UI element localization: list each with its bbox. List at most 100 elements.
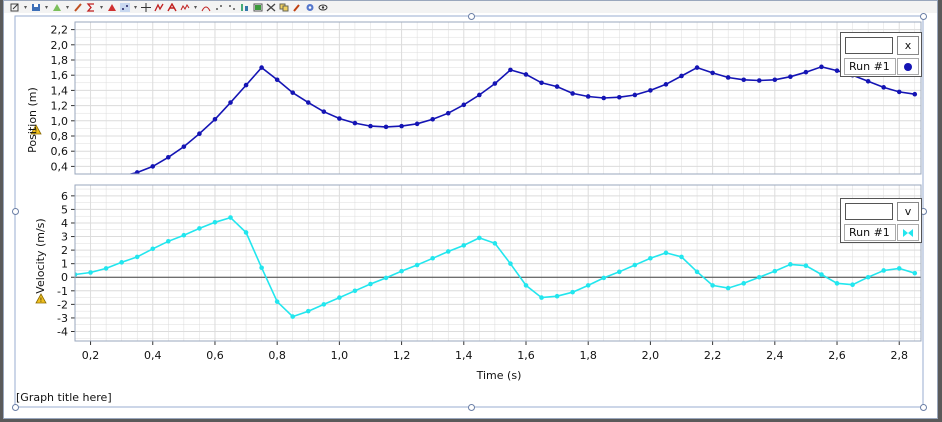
resize-handle-top[interactable]: [468, 13, 475, 20]
velocity-axis-label: Velocity (m/s): [34, 218, 47, 293]
data-point: [617, 269, 622, 275]
position-legend: x Run #1: [840, 32, 922, 77]
x-tick-label: 2,6: [828, 349, 846, 362]
data-point: [274, 77, 280, 83]
data-point: [430, 116, 435, 122]
x-tick-label: 2,0: [642, 349, 660, 362]
data-point: [305, 100, 311, 105]
data-point: [259, 265, 264, 271]
data-point: [477, 235, 482, 241]
data-point: [756, 78, 762, 83]
position-y-ticks: 2,2 2,0 1,8 1,6 1,4 1,2 1,0 0,8 0,6 0,4: [51, 24, 75, 173]
data-point: [337, 116, 342, 121]
y-tick-label: 1,0: [51, 115, 69, 128]
data-point: [912, 91, 918, 97]
data-point: [881, 85, 886, 90]
y-tick-label: 0,6: [51, 145, 69, 158]
data-point: [414, 262, 420, 268]
x-tick-label: 0,4: [144, 349, 162, 362]
resize-handle-bottom-left[interactable]: [12, 404, 19, 411]
data-point: [134, 254, 140, 260]
data-point: [617, 94, 622, 100]
data-point: [741, 77, 747, 83]
data-point: [352, 288, 358, 294]
bowtie-marker-icon: [903, 228, 913, 237]
x-tick-label: 1,8: [579, 349, 597, 362]
data-point: [197, 226, 202, 231]
data-point: [414, 121, 420, 127]
y-tick-label: 3: [61, 231, 68, 244]
data-point: [570, 91, 575, 96]
data-point: [321, 302, 327, 307]
data-point: [632, 92, 638, 98]
velocity-legend-run-label[interactable]: Run #1: [844, 224, 896, 241]
velocity-legend-variable-button[interactable]: v: [897, 202, 919, 221]
data-point: [601, 95, 607, 101]
data-point: [710, 283, 715, 288]
y-tick-label: -3: [57, 312, 68, 325]
data-point: [228, 215, 233, 220]
data-point: [834, 68, 840, 73]
data-point: [150, 246, 156, 252]
resize-handle-left[interactable]: [12, 208, 19, 215]
data-point: [834, 281, 840, 286]
data-point: [461, 243, 467, 248]
position-legend-run-label[interactable]: Run #1: [844, 58, 896, 75]
data-point: [166, 154, 171, 160]
y-tick-label: 2,2: [51, 24, 69, 37]
data-point: [896, 89, 902, 95]
data-point: [492, 81, 498, 86]
data-point: [119, 260, 124, 265]
data-point: [181, 144, 187, 149]
y-tick-label: 1,6: [51, 69, 69, 82]
x-tick-label: 0,8: [268, 349, 286, 362]
data-point: [477, 92, 482, 98]
y-tick-label: -2: [57, 298, 68, 311]
data-point: [648, 255, 653, 261]
data-point: [383, 124, 389, 130]
data-point: [819, 64, 824, 70]
data-point: [523, 72, 529, 77]
data-point: [772, 268, 778, 274]
x-tick-label: 2,8: [890, 349, 908, 362]
y-tick-label: 2,0: [51, 39, 69, 52]
data-point: [819, 272, 824, 277]
y-tick-label: 1: [61, 258, 68, 271]
data-point: [243, 230, 249, 235]
y-tick-label: 4: [61, 217, 68, 230]
velocity-legend-input[interactable]: [845, 203, 893, 220]
data-point: [865, 78, 871, 84]
position-legend-input[interactable]: [845, 37, 893, 54]
data-point: [197, 131, 202, 137]
data-point: [121, 173, 122, 174]
y-tick-label: -4: [57, 326, 68, 339]
velocity-warning-icon: !: [35, 293, 47, 304]
y-tick-label: 0,8: [51, 130, 69, 143]
data-point: [508, 261, 513, 266]
data-point: [88, 270, 93, 275]
data-point: [290, 314, 296, 319]
data-point: [399, 268, 404, 274]
data-point: [679, 254, 684, 260]
position-legend-marker[interactable]: [897, 58, 919, 75]
data-point: [601, 275, 607, 281]
velocity-y-ticks: 6543210-1-2-3-4: [57, 190, 75, 339]
data-point: [430, 255, 435, 261]
data-point: [508, 67, 513, 73]
data-point: [212, 116, 218, 122]
position-legend-variable-button[interactable]: x: [897, 36, 919, 55]
x-tick-label: 1,4: [455, 349, 473, 362]
graph-title[interactable]: [Graph title here]: [16, 391, 112, 404]
y-tick-label: 2: [61, 244, 68, 257]
resize-handle-top-right[interactable]: [920, 13, 927, 20]
resize-handle-bottom[interactable]: [468, 404, 475, 411]
data-point: [803, 69, 809, 75]
x-tick-label: 2,2: [704, 349, 722, 362]
resize-handle-bottom-right[interactable]: [920, 404, 927, 411]
x-tick-label: 0,6: [206, 349, 224, 362]
velocity-legend: v Run #1: [840, 198, 922, 243]
data-point: [290, 90, 296, 95]
velocity-legend-marker[interactable]: [897, 224, 919, 241]
data-point: [896, 266, 902, 271]
data-point: [337, 295, 342, 300]
